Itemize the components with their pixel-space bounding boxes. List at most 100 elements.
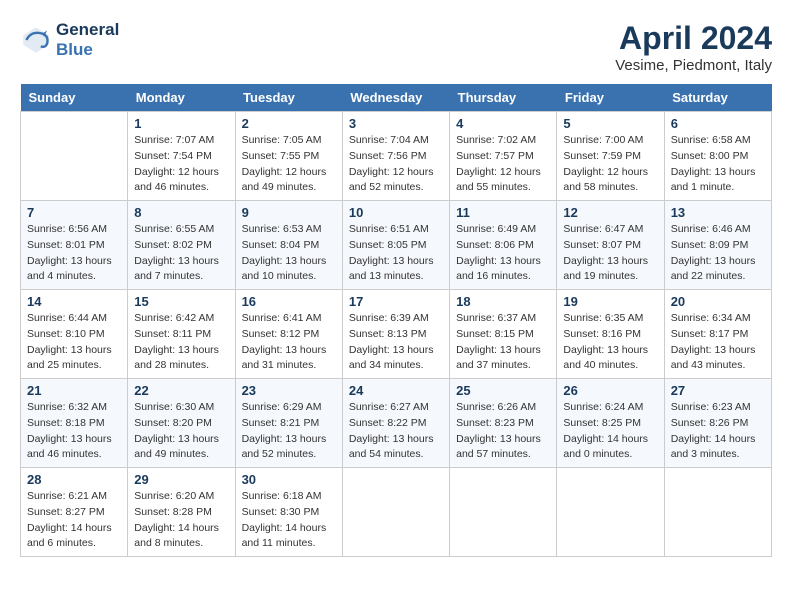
day-info: Sunrise: 6:51 AMSunset: 8:05 PMDaylight:… xyxy=(349,222,443,285)
day-info: Sunrise: 6:18 AMSunset: 8:30 PMDaylight:… xyxy=(242,489,336,552)
day-info: Sunrise: 6:21 AMSunset: 8:27 PMDaylight:… xyxy=(27,489,121,552)
day-cell: 18 Sunrise: 6:37 AMSunset: 8:15 PMDayligh… xyxy=(450,290,557,379)
day-cell: 2Sunrise: 7:05 AMSunset: 7:55 PMDaylight… xyxy=(235,112,342,201)
day-cell: 5Sunrise: 7:00 AMSunset: 7:59 PMDaylight… xyxy=(557,112,664,201)
day-number: 18 xyxy=(456,294,550,309)
header-thursday: Thursday xyxy=(450,84,557,112)
day-cell: 7 Sunrise: 6:56 AMSunset: 8:01 PMDaylight… xyxy=(21,201,128,290)
day-info: Sunrise: 6:56 AMSunset: 8:01 PMDaylight:… xyxy=(27,222,121,285)
header-tuesday: Tuesday xyxy=(235,84,342,112)
day-info: Sunrise: 6:46 AMSunset: 8:09 PMDaylight:… xyxy=(671,222,765,285)
day-number: 3 xyxy=(349,116,443,131)
day-cell: 3 Sunrise: 7:04 AMSunset: 7:56 PMDaylight… xyxy=(342,112,449,201)
day-number: 19 xyxy=(563,294,657,309)
day-number: 20 xyxy=(671,294,765,309)
day-info: Sunrise: 7:02 AMSunset: 7:57 PMDaylight:… xyxy=(456,133,550,196)
month-title: April 2024 xyxy=(615,20,772,57)
day-info: Sunrise: 6:30 AMSunset: 8:20 PMDaylight:… xyxy=(134,400,228,463)
week-row-2: 7 Sunrise: 6:56 AMSunset: 8:01 PMDaylight… xyxy=(21,201,772,290)
day-cell xyxy=(342,468,449,557)
week-row-5: 28 Sunrise: 6:21 AMSunset: 8:27 PMDayligh… xyxy=(21,468,772,557)
day-number: 23 xyxy=(242,383,336,398)
day-number: 9 xyxy=(242,205,336,220)
day-number: 4 xyxy=(456,116,550,131)
day-info: Sunrise: 6:55 AMSunset: 8:02 PMDaylight:… xyxy=(134,222,228,285)
day-number: 16 xyxy=(242,294,336,309)
title-block: April 2024 Vesime, Piedmont, Italy xyxy=(615,20,772,74)
week-row-1: 1 Sunrise: 7:07 AMSunset: 7:54 PMDaylight… xyxy=(21,112,772,201)
header-friday: Friday xyxy=(557,84,664,112)
day-cell xyxy=(21,112,128,201)
header-sunday: Sunday xyxy=(21,84,128,112)
logo: General Blue xyxy=(20,20,119,60)
day-cell: 9 Sunrise: 6:53 AMSunset: 8:04 PMDaylight… xyxy=(235,201,342,290)
day-number: 11 xyxy=(456,205,550,220)
day-info: Sunrise: 6:39 AMSunset: 8:13 PMDaylight:… xyxy=(349,311,443,374)
day-info: Sunrise: 6:23 AMSunset: 8:26 PMDaylight:… xyxy=(671,400,765,463)
day-cell: 25Sunrise: 6:26 AMSunset: 8:23 PMDayligh… xyxy=(450,379,557,468)
day-number: 24 xyxy=(349,383,443,398)
header-saturday: Saturday xyxy=(664,84,771,112)
day-number: 1 xyxy=(134,116,228,131)
day-number: 25 xyxy=(456,383,550,398)
day-number: 22 xyxy=(134,383,228,398)
day-number: 10 xyxy=(349,205,443,220)
day-cell: 10 Sunrise: 6:51 AMSunset: 8:05 PMDayligh… xyxy=(342,201,449,290)
day-number: 6 xyxy=(671,116,765,131)
day-cell: 17Sunrise: 6:39 AMSunset: 8:13 PMDayligh… xyxy=(342,290,449,379)
day-cell: 8 Sunrise: 6:55 AMSunset: 8:02 PMDaylight… xyxy=(128,201,235,290)
logo-text: General Blue xyxy=(56,20,119,60)
calendar-header-row: SundayMondayTuesdayWednesdayThursdayFrid… xyxy=(21,84,772,112)
day-cell: 20 Sunrise: 6:34 AMSunset: 8:17 PMDayligh… xyxy=(664,290,771,379)
logo-icon xyxy=(20,24,52,56)
day-info: Sunrise: 6:24 AMSunset: 8:25 PMDaylight:… xyxy=(563,400,657,463)
day-cell: 4 Sunrise: 7:02 AMSunset: 7:57 PMDaylight… xyxy=(450,112,557,201)
day-info: Sunrise: 6:34 AMSunset: 8:17 PMDaylight:… xyxy=(671,311,765,374)
day-info: Sunrise: 6:44 AMSunset: 8:10 PMDaylight:… xyxy=(27,311,121,374)
day-cell: 21Sunrise: 6:32 AMSunset: 8:18 PMDayligh… xyxy=(21,379,128,468)
day-cell: 29Sunrise: 6:20 AMSunset: 8:28 PMDayligh… xyxy=(128,468,235,557)
day-cell: 23 Sunrise: 6:29 AMSunset: 8:21 PMDayligh… xyxy=(235,379,342,468)
day-number: 27 xyxy=(671,383,765,398)
day-cell: 28 Sunrise: 6:21 AMSunset: 8:27 PMDayligh… xyxy=(21,468,128,557)
day-cell: 27 Sunrise: 6:23 AMSunset: 8:26 PMDayligh… xyxy=(664,379,771,468)
day-info: Sunrise: 6:49 AMSunset: 8:06 PMDaylight:… xyxy=(456,222,550,285)
day-info: Sunrise: 6:42 AMSunset: 8:11 PMDaylight:… xyxy=(134,311,228,374)
day-info: Sunrise: 6:37 AMSunset: 8:15 PMDaylight:… xyxy=(456,311,550,374)
location-title: Vesime, Piedmont, Italy xyxy=(615,57,772,74)
day-cell: 15 Sunrise: 6:42 AMSunset: 8:11 PMDayligh… xyxy=(128,290,235,379)
header-wednesday: Wednesday xyxy=(342,84,449,112)
day-info: Sunrise: 6:35 AMSunset: 8:16 PMDaylight:… xyxy=(563,311,657,374)
day-cell xyxy=(557,468,664,557)
day-number: 12 xyxy=(563,205,657,220)
day-cell: 19 Sunrise: 6:35 AMSunset: 8:16 PMDayligh… xyxy=(557,290,664,379)
header-monday: Monday xyxy=(128,84,235,112)
day-info: Sunrise: 7:04 AMSunset: 7:56 PMDaylight:… xyxy=(349,133,443,196)
day-info: Sunrise: 6:27 AMSunset: 8:22 PMDaylight:… xyxy=(349,400,443,463)
day-info: Sunrise: 7:07 AMSunset: 7:54 PMDaylight:… xyxy=(134,133,228,196)
day-cell xyxy=(664,468,771,557)
day-cell: 14 Sunrise: 6:44 AMSunset: 8:10 PMDayligh… xyxy=(21,290,128,379)
day-number: 21 xyxy=(27,383,121,398)
day-number: 14 xyxy=(27,294,121,309)
day-number: 15 xyxy=(134,294,228,309)
day-number: 7 xyxy=(27,205,121,220)
calendar-table: SundayMondayTuesdayWednesdayThursdayFrid… xyxy=(20,84,772,557)
page-header: General Blue April 2024 Vesime, Piedmont… xyxy=(20,20,772,74)
day-number: 2 xyxy=(242,116,336,131)
week-row-3: 14 Sunrise: 6:44 AMSunset: 8:10 PMDayligh… xyxy=(21,290,772,379)
day-info: Sunrise: 6:29 AMSunset: 8:21 PMDaylight:… xyxy=(242,400,336,463)
day-info: Sunrise: 6:47 AMSunset: 8:07 PMDaylight:… xyxy=(563,222,657,285)
day-cell: 6Sunrise: 6:58 AMSunset: 8:00 PMDaylight… xyxy=(664,112,771,201)
day-info: Sunrise: 6:53 AMSunset: 8:04 PMDaylight:… xyxy=(242,222,336,285)
day-cell: 24 Sunrise: 6:27 AMSunset: 8:22 PMDayligh… xyxy=(342,379,449,468)
day-cell: 12 Sunrise: 6:47 AMSunset: 8:07 PMDayligh… xyxy=(557,201,664,290)
day-cell: 22 Sunrise: 6:30 AMSunset: 8:20 PMDayligh… xyxy=(128,379,235,468)
day-number: 28 xyxy=(27,472,121,487)
day-info: Sunrise: 6:20 AMSunset: 8:28 PMDaylight:… xyxy=(134,489,228,552)
day-cell: 13Sunrise: 6:46 AMSunset: 8:09 PMDayligh… xyxy=(664,201,771,290)
day-cell: 30Sunrise: 6:18 AMSunset: 8:30 PMDayligh… xyxy=(235,468,342,557)
day-number: 8 xyxy=(134,205,228,220)
day-info: Sunrise: 6:41 AMSunset: 8:12 PMDaylight:… xyxy=(242,311,336,374)
day-cell: 16 Sunrise: 6:41 AMSunset: 8:12 PMDayligh… xyxy=(235,290,342,379)
